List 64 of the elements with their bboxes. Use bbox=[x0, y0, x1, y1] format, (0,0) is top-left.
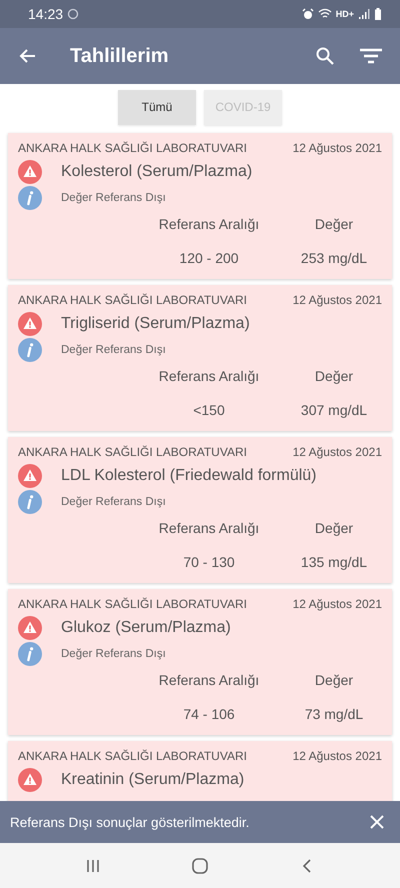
lab-name: ANKARA HALK SAĞLIĞI LABORATUVARI bbox=[18, 141, 247, 155]
column-header: Referans Aralığı bbox=[158, 216, 260, 232]
network-text: HD+ bbox=[336, 9, 354, 19]
filter-tab[interactable]: Tümü bbox=[118, 90, 196, 124]
result-date: 12 Ağustos 2021 bbox=[292, 749, 382, 763]
lab-name: ANKARA HALK SAĞLIĞI LABORATUVARI bbox=[18, 445, 247, 459]
result-card[interactable]: ANKARA HALK SAĞLIĞI LABORATUVARI 12 Ağustos 2021 Glukoz (Serum/Plazma) Değer Referans Dışı Referans Aralığı Değer 74 - 106 73 mg/dL bbox=[8, 589, 392, 735]
test-name: Trigliserid (Serum/Plazma) bbox=[61, 315, 250, 333]
wifi-icon bbox=[318, 8, 332, 20]
status-text: Değer Referans Dışı bbox=[61, 496, 166, 508]
test-name: Glukoz (Serum/Plazma) bbox=[61, 619, 231, 637]
reference-range: 120 - 200 bbox=[178, 250, 240, 266]
info-icon bbox=[18, 186, 42, 210]
close-icon[interactable] bbox=[369, 814, 385, 830]
column-header: Değer bbox=[314, 216, 354, 232]
lab-name: ANKARA HALK SAĞLIĞI LABORATUVARI bbox=[18, 749, 247, 763]
reference-range: <150 bbox=[192, 402, 226, 418]
filter-icon[interactable] bbox=[359, 46, 383, 66]
warning-icon bbox=[18, 768, 42, 792]
column-header: Değer bbox=[314, 368, 354, 384]
lab-name: ANKARA HALK SAĞLIĞI LABORATUVARI bbox=[18, 597, 247, 611]
status-text: Değer Referans Dışı bbox=[61, 192, 166, 204]
info-icon bbox=[18, 490, 42, 514]
result-date: 12 Ağustos 2021 bbox=[292, 445, 382, 459]
screen-title: Tahlillerim bbox=[70, 44, 169, 68]
circle-icon bbox=[67, 8, 80, 20]
result-card[interactable]: ANKARA HALK SAĞLIĞI LABORATUVARI 12 Ağustos 2021 Trigliserid (Serum/Plazma) Değer Referans Dışı Referans Aralığı Değer <150 307 mg/dL bbox=[8, 285, 392, 431]
status-text: Değer Referans Dışı bbox=[61, 648, 166, 660]
result-card[interactable]: ANKARA HALK SAĞLIĞI LABORATUVARI 12 Ağustos 2021 LDL Kolesterol (Friedewald formülü) Değer Referans Dışı Referans Aralığı Değer 70 - 130 135 mg/dL bbox=[8, 437, 392, 583]
result-card[interactable]: ANKARA HALK SAĞLIĞI LABORATUVARI 12 Ağustos 2021 Kolesterol (Serum/Plazma) Değer Referans Dışı Referans Aralığı Değer 120 - 200 253 mg/dL bbox=[8, 133, 392, 279]
result-date: 12 Ağustos 2021 bbox=[292, 597, 382, 611]
test-name: Kolesterol (Serum/Plazma) bbox=[61, 163, 252, 181]
lab-name: ANKARA HALK SAĞLIĞI LABORATUVARI bbox=[18, 293, 247, 307]
test-name: LDL Kolesterol (Friedewald formülü) bbox=[61, 467, 317, 485]
status-text: Değer Referans Dışı bbox=[61, 344, 166, 356]
reference-range: 70 - 130 bbox=[182, 554, 236, 570]
result-date: 12 Ağustos 2021 bbox=[292, 293, 382, 307]
search-icon[interactable] bbox=[315, 46, 335, 66]
signal-icon bbox=[358, 8, 370, 20]
column-header: Referans Aralığı bbox=[158, 368, 260, 384]
warning-icon bbox=[18, 616, 42, 640]
info-icon bbox=[18, 642, 42, 666]
battery-icon bbox=[374, 8, 382, 20]
test-name: Kreatinin (Serum/Plazma) bbox=[61, 771, 244, 789]
clock-text: 14:23 bbox=[28, 6, 64, 22]
result-value: 307 mg/dL bbox=[300, 402, 368, 418]
snackbar-message: Referans Dışı sonuçlar gösterilmektedir. bbox=[10, 814, 250, 830]
result-value: 135 mg/dL bbox=[300, 554, 368, 570]
warning-icon bbox=[18, 464, 42, 488]
home-icon[interactable] bbox=[191, 856, 209, 874]
column-header: Referans Aralığı bbox=[158, 520, 260, 536]
result-value: 73 mg/dL bbox=[304, 706, 364, 722]
result-card[interactable]: ANKARA HALK SAĞLIĞI LABORATUVARI 12 Ağustos 2021 Kreatinin (Serum/Plazma) bbox=[8, 741, 392, 801]
result-date: 12 Ağustos 2021 bbox=[292, 141, 382, 155]
warning-icon bbox=[18, 312, 42, 336]
column-header: Değer bbox=[314, 520, 354, 536]
recent-apps-icon[interactable] bbox=[85, 858, 101, 874]
warning-icon bbox=[18, 160, 42, 184]
column-header: Referans Aralığı bbox=[158, 672, 260, 688]
info-icon bbox=[18, 338, 42, 362]
result-value: 253 mg/dL bbox=[300, 250, 368, 266]
alarm-icon bbox=[302, 8, 314, 20]
column-header: Değer bbox=[314, 672, 354, 688]
reference-range: 74 - 106 bbox=[182, 706, 236, 722]
